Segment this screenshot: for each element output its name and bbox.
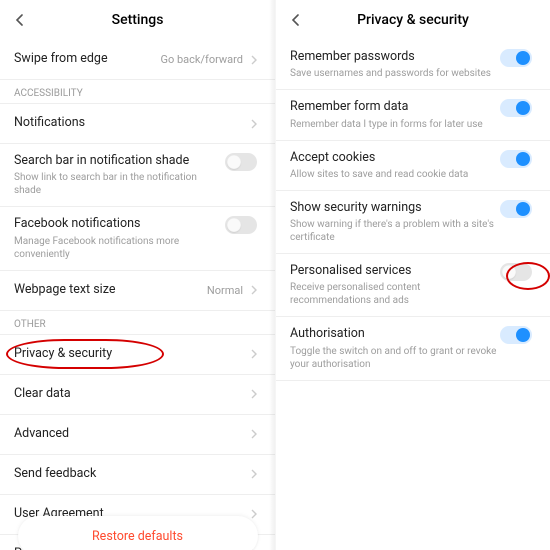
row-value: Go back/forward — [160, 53, 243, 66]
chevron-right-icon — [247, 467, 261, 481]
row-label: Accept cookies — [290, 150, 500, 166]
back-button[interactable] — [10, 10, 30, 30]
row-label: Webpage text size — [14, 282, 207, 298]
row-sub: Allow sites to save and read cookie data — [290, 168, 500, 181]
back-button[interactable] — [286, 10, 306, 30]
restore-defaults-button[interactable]: Restore defaults — [18, 516, 258, 550]
section-other: OTHER — [0, 311, 275, 335]
toggle-authorisation[interactable] — [500, 326, 532, 344]
toggle-remember-form[interactable] — [500, 99, 532, 117]
row-sub: Receive personalised content recommendat… — [290, 281, 500, 307]
toggle-warnings[interactable] — [500, 200, 532, 218]
toggle-search-bar[interactable] — [225, 153, 257, 171]
row-sub: Manage Facebook notifications more conve… — [14, 235, 225, 261]
row-label: Remember passwords — [290, 49, 500, 65]
row-security-warnings[interactable]: Show security warnings Show warning if t… — [276, 191, 550, 254]
row-label: Personalised services — [290, 263, 500, 279]
toggle-facebook[interactable] — [225, 216, 257, 234]
row-remember-form-data[interactable]: Remember form data Remember data I type … — [276, 90, 550, 140]
toggle-remember-passwords[interactable] — [500, 49, 532, 67]
settings-pane: Settings Swipe from edge Go back/forward… — [0, 0, 275, 550]
row-label: Send feedback — [14, 466, 247, 482]
row-search-bar-shade[interactable]: Search bar in notification shade Show li… — [0, 144, 275, 207]
row-label: Remember form data — [290, 99, 500, 115]
chevron-right-icon — [247, 387, 261, 401]
row-sub: Show link to search bar in the notificat… — [14, 171, 225, 197]
row-value: Normal — [207, 284, 243, 297]
page-title: Privacy & security — [357, 12, 469, 28]
chevron-right-icon — [247, 427, 261, 441]
row-label: Swipe from edge — [14, 51, 160, 67]
row-sub: Remember data I type in forms for later … — [290, 118, 500, 131]
row-label: Show security warnings — [290, 200, 500, 216]
chevron-right-icon — [247, 283, 261, 297]
settings-header: Settings — [0, 0, 275, 40]
chevron-left-icon — [290, 14, 302, 26]
row-label: Advanced — [14, 426, 247, 442]
row-privacy-security[interactable]: Privacy & security — [0, 335, 275, 375]
section-accessibility: ACCESSIBILITY — [0, 80, 275, 104]
restore-label: Restore defaults — [92, 529, 183, 544]
row-remember-passwords[interactable]: Remember passwords Save usernames and pa… — [276, 40, 550, 90]
toggle-cookies[interactable] — [500, 150, 532, 168]
row-label: Privacy & security — [14, 346, 247, 362]
privacy-header: Privacy & security — [276, 0, 550, 40]
row-label: Notifications — [14, 115, 247, 131]
toggle-personalised[interactable] — [500, 263, 532, 281]
row-advanced[interactable]: Advanced — [0, 415, 275, 455]
row-clear-data[interactable]: Clear data — [0, 375, 275, 415]
row-sub: Save usernames and passwords for website… — [290, 67, 500, 80]
chevron-right-icon — [247, 117, 261, 131]
row-notifications[interactable]: Notifications — [0, 104, 275, 144]
row-sub: Toggle the switch on and off to grant or… — [290, 345, 500, 371]
row-send-feedback[interactable]: Send feedback — [0, 455, 275, 495]
privacy-pane: Privacy & security Remember passwords Sa… — [275, 0, 550, 550]
page-title: Settings — [112, 12, 164, 28]
row-sub: Show warning if there's a problem with a… — [290, 218, 500, 244]
row-personalised-services[interactable]: Personalised services Receive personalis… — [276, 254, 550, 317]
chevron-left-icon — [14, 14, 26, 26]
row-label: Clear data — [14, 386, 247, 402]
row-swipe-from-edge[interactable]: Swipe from edge Go back/forward — [0, 40, 275, 80]
row-webpage-text-size[interactable]: Webpage text size Normal — [0, 271, 275, 311]
row-facebook-notifications[interactable]: Facebook notifications Manage Facebook n… — [0, 207, 275, 270]
row-label: Search bar in notification shade — [14, 153, 225, 169]
chevron-right-icon — [247, 53, 261, 67]
chevron-right-icon — [247, 347, 261, 361]
row-accept-cookies[interactable]: Accept cookies Allow sites to save and r… — [276, 141, 550, 191]
row-authorisation[interactable]: Authorisation Toggle the switch on and o… — [276, 317, 550, 380]
row-label: Facebook notifications — [14, 216, 225, 232]
row-label: Authorisation — [290, 326, 500, 342]
